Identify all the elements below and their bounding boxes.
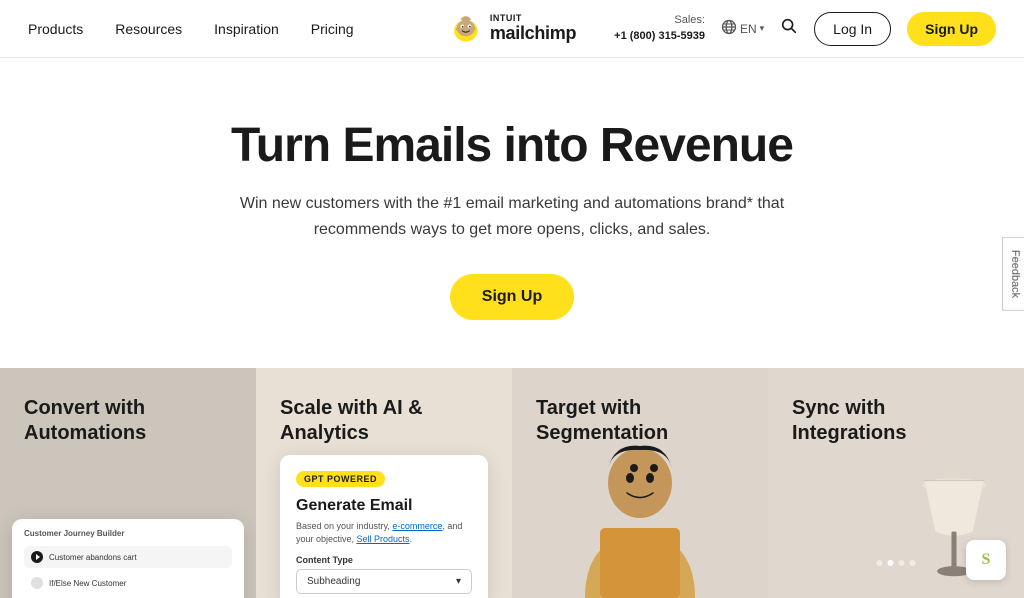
chevron-down-icon: ▾: [760, 23, 765, 34]
lang-label: EN: [740, 22, 757, 36]
feature-card-integrations: Sync with Integrations S: [768, 368, 1024, 598]
nav-left: Products Resources Inspiration Pricing: [28, 21, 354, 37]
logo-mailchimp: mailchimp: [490, 24, 576, 44]
play-icon: [31, 551, 43, 563]
hero-subtext: Win new customers with the #1 email mark…: [232, 191, 792, 242]
nav-pricing[interactable]: Pricing: [311, 21, 354, 37]
search-icon[interactable]: [780, 17, 798, 40]
nav-right: Sales: +1 (800) 315-5939 EN ▾ Log: [614, 12, 996, 46]
feature-card-segmentation: Target with Segmentation: [512, 368, 768, 598]
mockup-title: Customer Journey Builder: [24, 529, 232, 538]
feature-card-automations: Convert with Automations Customer Journe…: [0, 368, 256, 598]
shopify-badge: S: [966, 540, 1006, 580]
nav-resources[interactable]: Resources: [115, 21, 182, 37]
bell-icon: [31, 577, 43, 589]
segmentation-dots: [614, 448, 694, 528]
select-chevron-icon: ▾: [456, 576, 461, 587]
mailchimp-logo-icon: [448, 11, 484, 47]
navbar: Products Resources Inspiration Pricing I…: [0, 0, 1024, 58]
feature-title-ai: Scale with AI & Analytics: [280, 396, 480, 446]
mockup-row-1: Customer abandons cart: [24, 546, 232, 568]
automations-mockup: Customer Journey Builder Customer abando…: [12, 519, 244, 598]
integration-dots: [877, 560, 916, 566]
email-gen-desc: Based on your industry, e-commerce, and …: [296, 520, 472, 545]
feedback-tab[interactable]: Feedback: [1002, 236, 1024, 310]
nav-products[interactable]: Products: [28, 21, 83, 37]
logo-text: INTUIT mailchimp: [490, 14, 576, 44]
content-type-select[interactable]: Subheading ▾: [296, 569, 472, 594]
feature-card-ai: Scale with AI & Analytics GPT POWERED Ge…: [256, 368, 512, 598]
content-type-label: Content Type: [296, 555, 472, 565]
feature-title-automations: Convert with Automations: [24, 396, 184, 446]
email-gen-card: GPT POWERED Generate Email Based on your…: [280, 455, 488, 598]
sales-label: Sales:: [674, 14, 705, 26]
mockup-row-1-text: Customer abandons cart: [49, 553, 137, 562]
feature-title-integrations: Sync with Integrations: [792, 396, 992, 446]
nav-inspiration[interactable]: Inspiration: [214, 21, 279, 37]
sales-info: Sales: +1 (800) 315-5939: [614, 13, 705, 44]
language-selector[interactable]: EN ▾: [721, 19, 764, 38]
hero-headline: Turn Emails into Revenue: [20, 118, 1004, 173]
hero-section: Turn Emails into Revenue Win new custome…: [0, 58, 1024, 368]
mockup-row-2: If/Else New Customer: [24, 573, 232, 593]
gpt-badge: GPT POWERED: [296, 471, 385, 487]
sales-number: +1 (800) 315-5939: [614, 30, 705, 42]
features-section: Convert with Automations Customer Journe…: [0, 368, 1024, 598]
signup-nav-button[interactable]: Sign Up: [907, 12, 996, 46]
logo-container[interactable]: INTUIT mailchimp: [448, 11, 576, 47]
hero-signup-button[interactable]: Sign Up: [450, 274, 574, 320]
mockup-row-2-text: If/Else New Customer: [49, 579, 126, 588]
login-button[interactable]: Log In: [814, 12, 891, 46]
email-gen-title: Generate Email: [296, 497, 472, 515]
globe-icon: [721, 19, 737, 38]
